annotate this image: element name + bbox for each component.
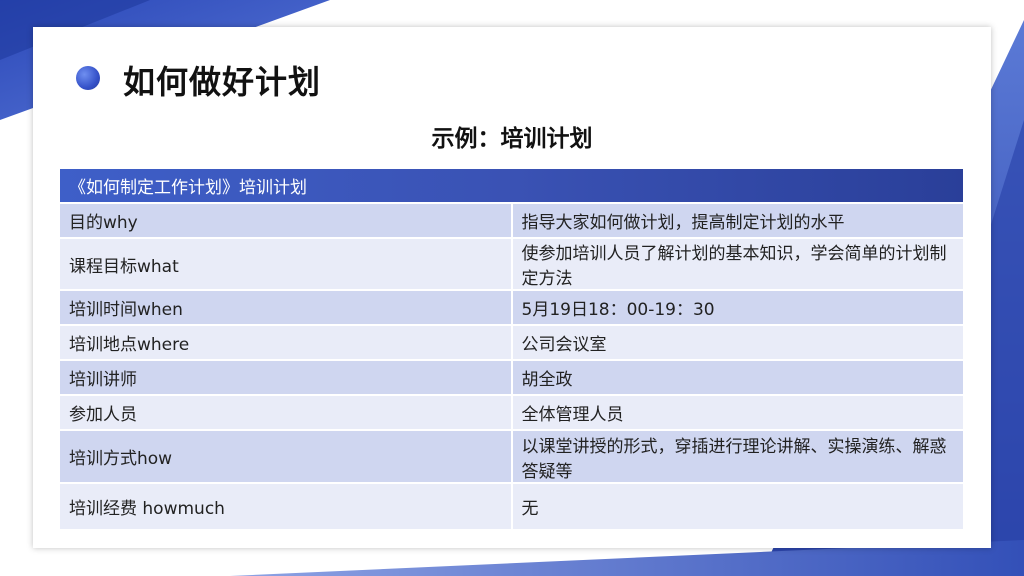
- row-value: 5月19日18：00-19：30: [511, 290, 963, 326]
- table-row: 目的why 指导大家如何做计划，提高制定计划的水平: [60, 203, 963, 239]
- table-header-row: 《如何制定工作计划》培训计划: [60, 169, 963, 204]
- training-plan-table: 《如何制定工作计划》培训计划 目的why 指导大家如何做计划，提高制定计划的水平…: [60, 169, 963, 531]
- table-row: 培训方式how 以课堂讲授的形式，穿插进行理论讲解、实操演练、解惑答疑等: [60, 430, 963, 484]
- row-key: 目的why: [60, 203, 513, 239]
- row-key: 参加人员: [60, 395, 513, 431]
- table-row: 培训地点where 公司会议室: [60, 325, 963, 361]
- row-value: 无: [511, 483, 963, 531]
- row-key: 培训时间when: [60, 290, 513, 326]
- row-value: 以课堂讲授的形式，穿插进行理论讲解、实操演练、解惑答疑等: [511, 430, 963, 484]
- content-card: 如何做好计划 示例：培训计划 《如何制定工作计划》培训计划 目的why 指导大家…: [33, 27, 991, 548]
- row-value: 公司会议室: [511, 325, 963, 361]
- row-key: 课程目标what: [60, 238, 513, 291]
- row-key: 培训方式how: [60, 430, 513, 484]
- table-row: 课程目标what 使参加培训人员了解计划的基本知识，学会简单的计划制定方法: [60, 238, 963, 291]
- row-value: 指导大家如何做计划，提高制定计划的水平: [511, 203, 963, 239]
- page-title: 如何做好计划: [123, 63, 322, 101]
- section-subtitle: 示例：培训计划: [431, 126, 593, 152]
- row-value: 全体管理人员: [511, 395, 963, 431]
- row-key: 培训经费 howmuch: [60, 483, 513, 531]
- row-value: 胡全政: [511, 360, 963, 396]
- table-row: 培训经费 howmuch 无: [60, 483, 963, 531]
- row-key: 培训讲师: [60, 360, 513, 396]
- row-key: 培训地点where: [60, 325, 513, 361]
- table-header: 《如何制定工作计划》培训计划: [60, 169, 963, 204]
- table-row: 参加人员 全体管理人员: [60, 395, 963, 431]
- table-row: 培训讲师 胡全政: [60, 360, 963, 396]
- bullet-dot-icon: [76, 66, 100, 90]
- row-value: 使参加培训人员了解计划的基本知识，学会简单的计划制定方法: [511, 238, 963, 291]
- table-row: 培训时间when 5月19日18：00-19：30: [60, 290, 963, 326]
